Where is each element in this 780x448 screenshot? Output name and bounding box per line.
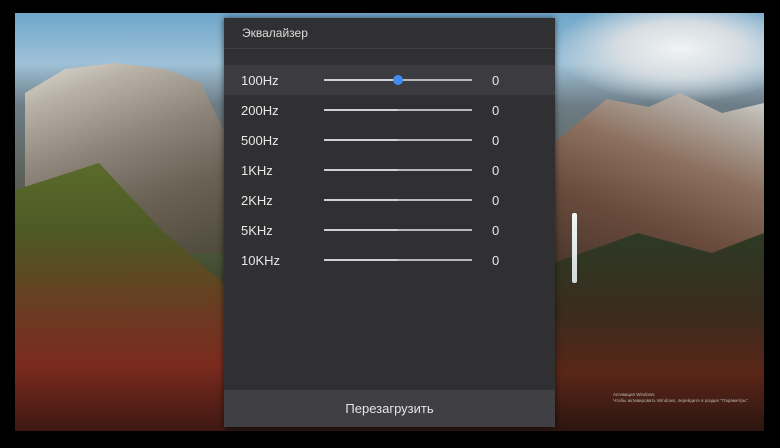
- eq-band-row[interactable]: 1KHz 0: [224, 155, 555, 185]
- slider-fill: [324, 169, 398, 171]
- band-gain-value: 0: [492, 253, 500, 268]
- slider-fill: [324, 79, 398, 81]
- slider-knob[interactable]: [393, 75, 403, 85]
- slider-fill: [324, 229, 398, 231]
- band-frequency-label: 1KHz: [241, 163, 273, 178]
- eq-band-row[interactable]: 5KHz 0: [224, 215, 555, 245]
- reset-button[interactable]: Перезагрузить: [224, 390, 555, 427]
- band-gain-value: 0: [492, 193, 500, 208]
- band-slider[interactable]: [324, 109, 472, 111]
- band-slider[interactable]: [324, 259, 472, 261]
- band-slider[interactable]: [324, 199, 472, 201]
- slider-fill: [324, 139, 398, 141]
- eq-band-row[interactable]: 2KHz 0: [224, 185, 555, 215]
- band-list: 100Hz 0 200Hz 0 500Hz 0 1KHz 0 2KHz 0 5KHz 0 10KHz 0: [224, 65, 555, 275]
- slider-fill: [324, 109, 398, 111]
- band-frequency-label: 10KHz: [241, 253, 281, 268]
- activation-line-2: Чтобы активировать Windows, перейдите в …: [613, 398, 749, 403]
- activation-watermark: Активация Windows Чтобы активировать Win…: [613, 392, 753, 404]
- band-gain-value: 0: [492, 133, 500, 148]
- band-frequency-label: 100Hz: [241, 73, 279, 88]
- title-divider: [224, 48, 555, 49]
- band-frequency-label: 2KHz: [241, 193, 273, 208]
- band-gain-value: 0: [492, 103, 500, 118]
- slider-fill: [324, 259, 398, 261]
- band-frequency-label: 200Hz: [241, 103, 279, 118]
- eq-band-row[interactable]: 500Hz 0: [224, 125, 555, 155]
- band-slider[interactable]: [324, 229, 472, 231]
- band-slider[interactable]: [324, 139, 472, 141]
- eq-band-row[interactable]: 10KHz 0: [224, 245, 555, 275]
- band-slider[interactable]: [324, 169, 472, 171]
- eq-band-row[interactable]: 100Hz 0: [224, 65, 555, 95]
- band-frequency-label: 5KHz: [241, 223, 273, 238]
- band-gain-value: 0: [492, 163, 500, 178]
- wallpaper-clouds: [554, 13, 764, 103]
- panel-title: Эквалайзер: [242, 26, 308, 40]
- band-slider[interactable]: [324, 75, 472, 85]
- slider-fill: [324, 199, 398, 201]
- band-frequency-label: 500Hz: [241, 133, 279, 148]
- eq-band-row[interactable]: 200Hz 0: [224, 95, 555, 125]
- band-gain-value: 0: [492, 223, 500, 238]
- band-gain-value: 0: [492, 73, 500, 88]
- equalizer-panel: Эквалайзер 100Hz 0 200Hz 0 500Hz 0 1KHz 0 2KHz 0 5…: [224, 18, 555, 427]
- wallpaper-waterfall: [572, 213, 577, 283]
